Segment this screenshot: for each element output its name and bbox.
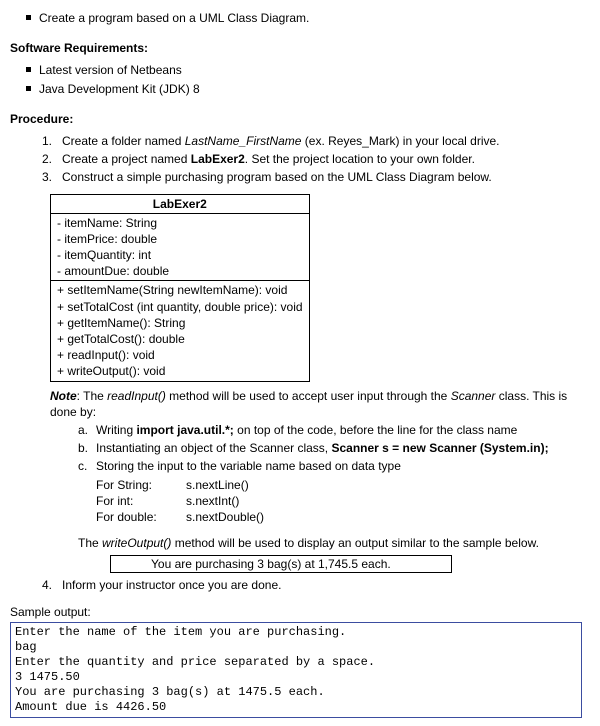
- requirements-heading: Software Requirements:: [10, 40, 590, 56]
- req-text: Java Development Kit (JDK) 8: [39, 81, 200, 97]
- bold-text: LabExer2: [191, 152, 245, 166]
- uml-row: + getTotalCost(): double: [57, 331, 303, 347]
- datatype-table: For String:s.nextLine() For int:s.nextIn…: [96, 477, 590, 526]
- uml-diagram: LabExer2 - itemName: String - itemPrice:…: [50, 194, 590, 382]
- italic-text: Scanner: [451, 389, 496, 403]
- square-bullet-icon: [26, 15, 31, 20]
- text: The: [78, 536, 102, 550]
- sample-output-heading: Sample output:: [10, 604, 590, 620]
- uml-row: + setTotalCost (int quantity, double pri…: [57, 299, 303, 315]
- procedure-step: 4. Inform your instructor once you are d…: [42, 577, 590, 593]
- req-text: Latest version of Netbeans: [39, 62, 182, 78]
- step-number: 4.: [42, 577, 62, 593]
- uml-row: + writeOutput(): void: [57, 363, 303, 379]
- step-text: Create a folder named LastName_FirstName…: [62, 133, 500, 149]
- dt-value: s.nextLine(): [186, 477, 249, 493]
- uml-row: - itemPrice: double: [57, 231, 303, 247]
- text: Instantiating an object of the Scanner c…: [96, 441, 331, 455]
- uml-methods: + setItemName(String newItemName): void …: [51, 281, 310, 381]
- uml-row: - itemQuantity: int: [57, 247, 303, 263]
- square-bullet-icon: [26, 67, 31, 72]
- uml-attributes: - itemName: String - itemPrice: double -…: [51, 213, 310, 281]
- uml-row: + setItemName(String newItemName): void: [57, 282, 303, 298]
- square-bullet-icon: [26, 86, 31, 91]
- step-number: 1.: [42, 133, 62, 149]
- note-block: Note: The readInput() method will be use…: [50, 388, 590, 574]
- req-item: Latest version of Netbeans: [10, 62, 590, 78]
- uml-row: - itemName: String: [57, 215, 303, 231]
- italic-text: writeOutput(): [102, 536, 171, 550]
- text: method will be used to display an output…: [171, 536, 539, 550]
- bold-text: import java.util.*;: [136, 423, 233, 437]
- text: Create a folder named: [62, 134, 185, 148]
- dt-label: For double:: [96, 509, 186, 525]
- substep-text: Instantiating an object of the Scanner c…: [96, 440, 549, 456]
- procedure-step: 3. Construct a simple purchasing program…: [42, 169, 590, 185]
- note-label: Note: [50, 389, 77, 403]
- text: Writing: [96, 423, 136, 437]
- sample-purchase-box: You are purchasing 3 bag(s) at 1,745.5 e…: [110, 555, 452, 573]
- uml-title: LabExer2: [51, 194, 310, 213]
- text: on top of the code, before the line for …: [234, 423, 518, 437]
- note-substep: c. Storing the input to the variable nam…: [78, 458, 590, 474]
- italic-text: readInput(): [107, 389, 166, 403]
- step-text: Inform your instructor once you are done…: [62, 577, 281, 593]
- substep-text: Writing import java.util.*; on top of th…: [96, 422, 517, 438]
- substep-letter: c.: [78, 458, 96, 474]
- dt-label: For String:: [96, 477, 186, 493]
- write-output-note: The writeOutput() method will be used to…: [78, 535, 590, 551]
- bold-text: Scanner s = new Scanner (System.in);: [331, 441, 548, 455]
- note-substep: b. Instantiating an object of the Scanne…: [78, 440, 590, 456]
- dt-value: s.nextInt(): [186, 493, 239, 509]
- step-text: Create a project named LabExer2. Set the…: [62, 151, 475, 167]
- uml-row: - amountDue: double: [57, 263, 303, 279]
- procedure-step: 1. Create a folder named LastName_FirstN…: [42, 133, 590, 149]
- req-item: Java Development Kit (JDK) 8: [10, 81, 590, 97]
- step-number: 2.: [42, 151, 62, 167]
- step-number: 3.: [42, 169, 62, 185]
- note-line: Note: The readInput() method will be use…: [50, 388, 590, 420]
- text: : The: [77, 389, 107, 403]
- text: (ex. Reyes_Mark) in your local drive.: [301, 134, 499, 148]
- substep-letter: b.: [78, 440, 96, 456]
- substep-letter: a.: [78, 422, 96, 438]
- top-bullet-text: Create a program based on a UML Class Di…: [39, 10, 309, 26]
- dt-value: s.nextDouble(): [186, 509, 264, 525]
- procedure-step: 2. Create a project named LabExer2. Set …: [42, 151, 590, 167]
- text: . Set the project location to your own f…: [245, 152, 475, 166]
- note-substep: a. Writing import java.util.*; on top of…: [78, 422, 590, 438]
- italic-text: LastName_FirstName: [185, 134, 302, 148]
- text: Create a project named: [62, 152, 191, 166]
- sample-output-box: Enter the name of the item you are purch…: [10, 622, 582, 718]
- procedure-heading: Procedure:: [10, 111, 590, 127]
- top-bullet-item: Create a program based on a UML Class Di…: [10, 10, 590, 26]
- substep-text: Storing the input to the variable name b…: [96, 458, 401, 474]
- text: method will be used to accept user input…: [166, 389, 451, 403]
- dt-label: For int:: [96, 493, 186, 509]
- uml-row: + readInput(): void: [57, 347, 303, 363]
- step-text: Construct a simple purchasing program ba…: [62, 169, 492, 185]
- uml-row: + getItemName(): String: [57, 315, 303, 331]
